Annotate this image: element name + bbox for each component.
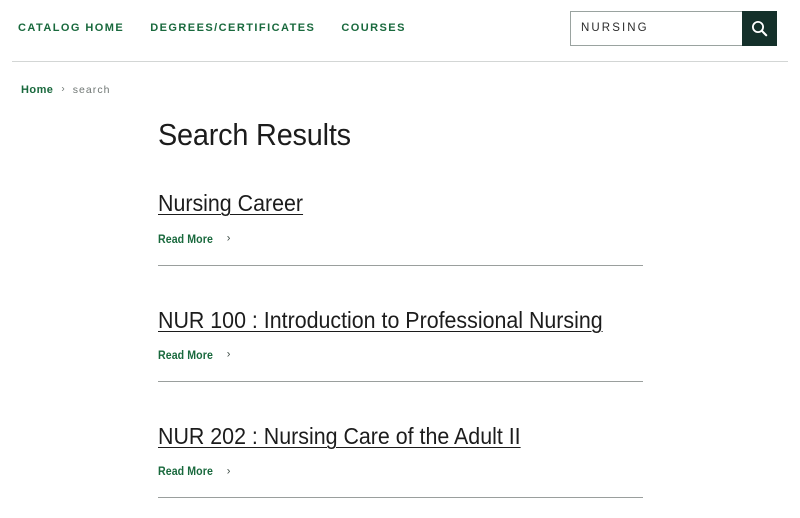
result-title-link[interactable]: NUR 202 : Nursing Care of the Adult II (158, 423, 521, 449)
search-results-list: Nursing Career Read More › NUR 100 : Int… (158, 190, 800, 498)
breadcrumb-home[interactable]: Home (21, 84, 53, 96)
breadcrumb-current: search (73, 84, 111, 96)
nav-courses[interactable]: Courses (341, 22, 406, 34)
page-title: Search Results (158, 118, 755, 152)
chevron-right-icon: › (227, 350, 231, 361)
read-more-link[interactable]: Read More › (158, 350, 230, 362)
nav-degrees-certificates[interactable]: Degrees/Certificates (150, 22, 315, 34)
chevron-right-icon: › (61, 85, 64, 95)
search-result-item: NUR 202 : Nursing Care of the Adult II R… (158, 423, 643, 498)
read-more-link[interactable]: Read More › (158, 466, 230, 478)
result-spacer (158, 382, 800, 423)
result-title-link[interactable]: NUR 100 : Introduction to Professional N… (158, 307, 603, 333)
search-result-item: NUR 100 : Introduction to Professional N… (158, 307, 643, 382)
read-more-link[interactable]: Read More › (158, 234, 230, 246)
search-input[interactable] (570, 11, 742, 46)
search-submit-button[interactable] (742, 11, 777, 46)
read-more-label: Read More (158, 234, 213, 246)
result-title-link[interactable]: Nursing Career (158, 190, 303, 216)
search-icon (751, 20, 768, 37)
search-result-item: Nursing Career Read More › (158, 190, 643, 265)
main-content: Search Results Nursing Career Read More … (0, 98, 800, 498)
site-header: Catalog Home Degrees/Certificates Course… (0, 0, 800, 62)
nav-catalog-home[interactable]: Catalog Home (18, 22, 124, 34)
chevron-right-icon: › (227, 466, 231, 477)
read-more-label: Read More (158, 350, 213, 362)
header-inner: Catalog Home Degrees/Certificates Course… (0, 0, 800, 56)
breadcrumb: Home › search (0, 62, 800, 98)
result-divider (158, 497, 643, 498)
read-more-label: Read More (158, 466, 213, 478)
primary-navigation: Catalog Home Degrees/Certificates Course… (18, 22, 406, 34)
chevron-right-icon: › (227, 234, 231, 245)
header-divider (12, 61, 788, 62)
catalog-search-form (570, 11, 777, 46)
result-spacer (158, 266, 800, 307)
